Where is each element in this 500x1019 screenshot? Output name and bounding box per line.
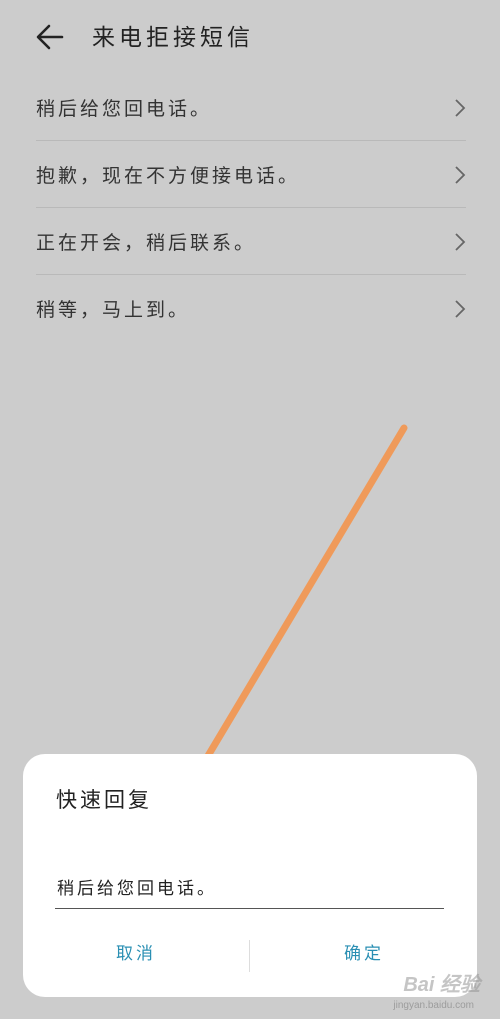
button-divider — [249, 940, 250, 972]
reply-item-label: 稍等，马上到。 — [36, 299, 191, 321]
page-title: 来电拒接短信 — [92, 25, 254, 51]
watermark-brand: Bai 经验 — [403, 974, 480, 996]
reply-item[interactable]: 稍等，马上到。 — [0, 275, 500, 342]
arrow-left-icon[interactable] — [34, 22, 66, 52]
cancel-button[interactable]: 取消 — [23, 934, 249, 974]
dialog-title: 快速回复 — [56, 788, 152, 812]
chevron-right-icon — [455, 233, 466, 251]
reply-text-value: 稍后给您回电话。 — [57, 879, 217, 899]
baidu-jingyan-watermark: Bai 经验 jingyan.baidu.com — [368, 962, 500, 1019]
quick-reply-dialog: 快速回复 稍后给您回电话。 取消 确定 — [23, 754, 477, 997]
watermark-url: jingyan.baidu.com — [393, 1000, 474, 1011]
reply-text-field[interactable]: 稍后给您回电话。 — [55, 870, 444, 909]
reply-item[interactable]: 稍后给您回电话。 — [0, 74, 500, 141]
reply-item-label: 稍后给您回电话。 — [36, 98, 213, 120]
reply-list: 稍后给您回电话。 抱歉，现在不方便接电话。 正在开会，稍后联系。 稍等，马上到。 — [0, 74, 500, 342]
reply-item[interactable]: 抱歉，现在不方便接电话。 — [0, 141, 500, 208]
reply-item-label: 正在开会，稍后联系。 — [36, 232, 257, 254]
chevron-right-icon — [455, 99, 466, 117]
chevron-right-icon — [455, 300, 466, 318]
reply-item[interactable]: 正在开会，稍后联系。 — [0, 208, 500, 275]
chevron-right-icon — [455, 166, 466, 184]
top-bar: 来电拒接短信 — [0, 0, 500, 74]
reply-item-label: 抱歉，现在不方便接电话。 — [36, 165, 301, 187]
